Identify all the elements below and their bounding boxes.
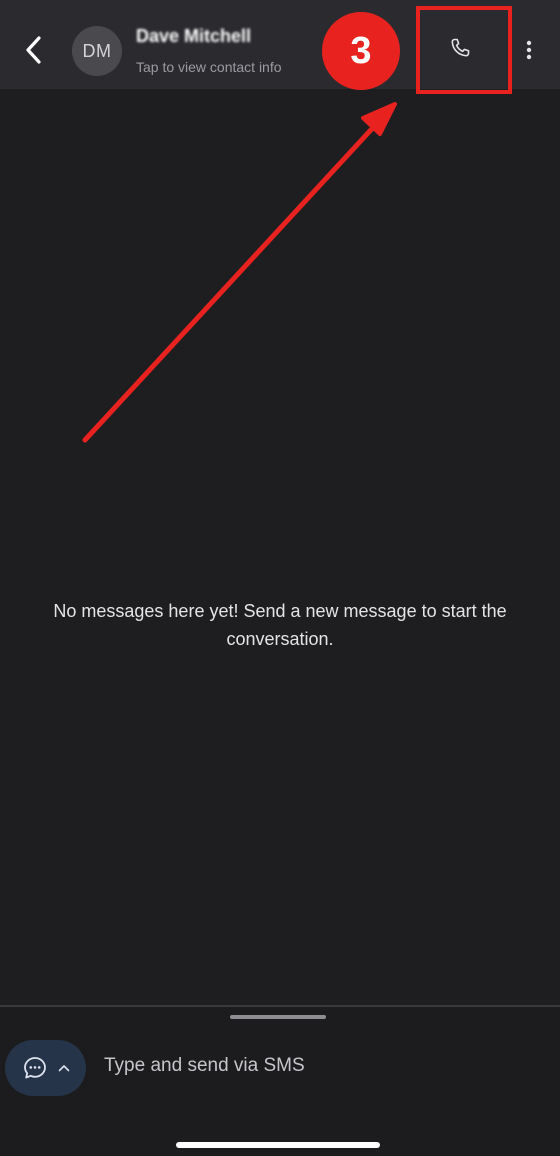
- chevron-left-icon: [26, 36, 41, 64]
- empty-conversation-message: No messages here yet! Send a new message…: [53, 601, 507, 649]
- chat-bubble-icon: [23, 1057, 46, 1079]
- step-number-badge: 3: [322, 12, 400, 90]
- contact-name: Dave Mitchell: [136, 26, 252, 46]
- contact-subtitle: Tap to view contact info: [136, 59, 282, 75]
- more-vertical-icon: [526, 40, 532, 60]
- back-button[interactable]: [16, 28, 52, 72]
- more-options-button[interactable]: [512, 30, 546, 70]
- step-number: 3: [350, 29, 372, 72]
- message-composer: [0, 1005, 560, 1156]
- message-input[interactable]: [104, 1051, 544, 1081]
- home-indicator[interactable]: [176, 1142, 380, 1148]
- phone-icon: [451, 38, 470, 57]
- avatar[interactable]: DM: [72, 26, 122, 76]
- contact-info-button[interactable]: Dave Mitchell Tap to view contact info: [136, 26, 336, 78]
- composer-drag-handle[interactable]: [230, 1015, 326, 1019]
- avatar-initials: DM: [82, 40, 112, 61]
- conversation-header: DM Dave Mitchell Tap to view contact inf…: [0, 0, 560, 89]
- message-type-toggle[interactable]: [5, 1040, 86, 1096]
- chevron-up-icon: [58, 1065, 69, 1072]
- call-button[interactable]: [420, 23, 500, 73]
